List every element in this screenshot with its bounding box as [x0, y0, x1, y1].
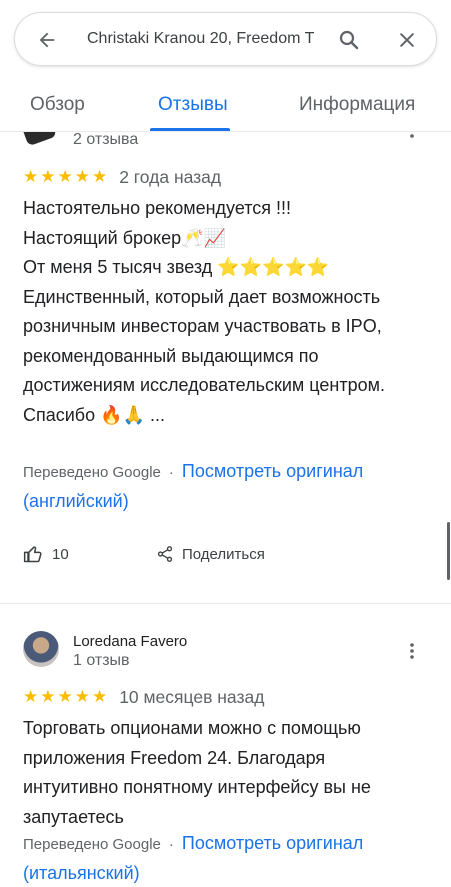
reviewer-name[interactable]: Loredana Favero	[73, 633, 187, 650]
reviews-list: 2 отзыва ★★★★★ 2 года назад Настоятельно…	[0, 132, 451, 887]
rating-row: ★★★★★ 10 месяцев назад	[23, 686, 264, 708]
translation-note: Переведено Google · Посмотреть оригинал (а…	[23, 457, 433, 516]
tab-bar: Обзор Отзывы Информация	[0, 84, 451, 132]
separator-dot: ·	[168, 464, 174, 481]
translation-note: Переведено Google · Посмотреть оригинал (и…	[23, 829, 433, 887]
reviewer-review-count[interactable]: 1 отзыв	[73, 652, 130, 670]
rating-row: ★★★★★ 2 года назад	[23, 166, 221, 188]
back-arrow-icon[interactable]	[33, 26, 61, 54]
tab-overview[interactable]: Обзор	[30, 94, 85, 116]
reviewer-review-count[interactable]: 2 отзыва	[73, 132, 138, 149]
tab-reviews[interactable]: Отзывы	[158, 94, 228, 116]
star-rating: ★★★★★	[23, 167, 110, 186]
separator-dot: ·	[168, 836, 174, 853]
translated-by-label: Переведено Google	[23, 836, 161, 853]
translated-by-label: Переведено Google	[23, 464, 161, 481]
search-bar: Christaki Kranou 20, Freedom T	[14, 12, 437, 66]
search-input[interactable]: Christaki Kranou 20, Freedom T	[87, 30, 323, 48]
tab-information[interactable]: Информация	[299, 94, 415, 116]
more-options-icon[interactable]	[402, 132, 422, 142]
share-button[interactable]: Поделиться	[156, 539, 265, 569]
avatar[interactable]	[23, 631, 59, 667]
review-date: 2 года назад	[119, 166, 222, 187]
more-options-icon[interactable]	[402, 639, 422, 663]
review-text[interactable]: Настоятельно рекомендуется !!! Настоящий…	[23, 194, 423, 430]
star-rating: ★★★★★	[23, 687, 110, 706]
scrollbar[interactable]	[447, 522, 450, 580]
review-date: 10 месяцев назад	[119, 686, 265, 707]
thumbs-up-icon	[23, 546, 42, 563]
like-count: 10	[52, 545, 69, 563]
like-button[interactable]: 10	[23, 539, 69, 569]
share-icon	[157, 546, 173, 562]
search-icon[interactable]	[335, 26, 363, 54]
close-icon[interactable]	[393, 26, 421, 54]
review-divider	[0, 603, 451, 604]
avatar[interactable]	[19, 132, 57, 147]
share-label: Поделиться	[182, 545, 265, 563]
review-text[interactable]: Торговать опционами можно с помощью прил…	[23, 714, 423, 832]
